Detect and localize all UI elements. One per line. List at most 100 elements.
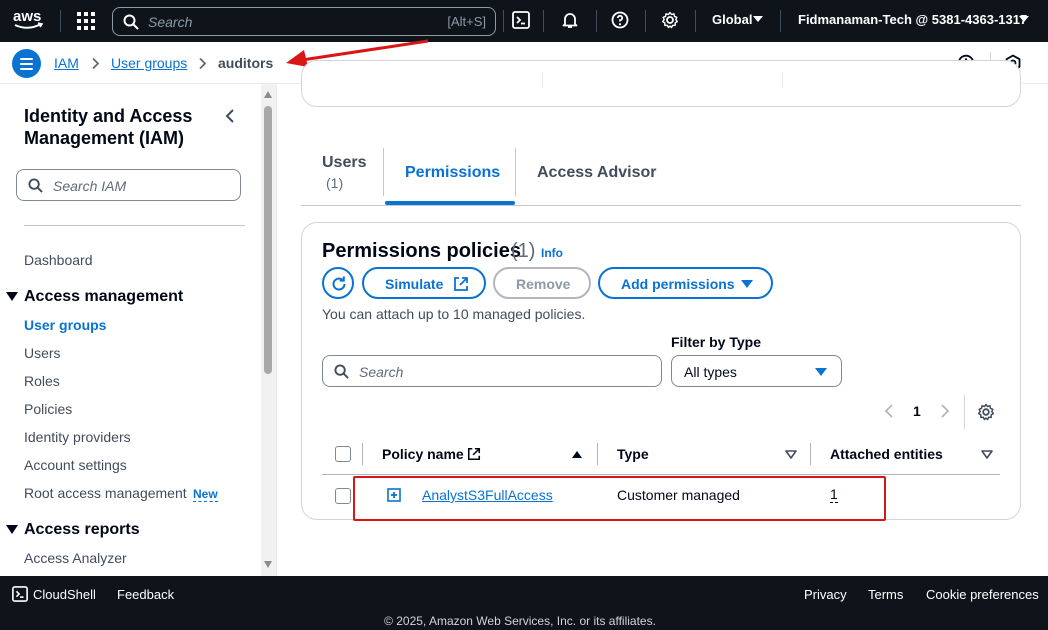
footer: CloudShell Feedback Privacy Terms Cookie… xyxy=(0,576,1048,630)
next-page-icon[interactable] xyxy=(940,403,950,419)
nav-divider xyxy=(645,10,646,32)
search-icon xyxy=(123,14,139,30)
caret-down-icon xyxy=(741,280,753,288)
refresh-button[interactable] xyxy=(322,267,354,299)
nav-divider xyxy=(596,10,597,32)
sidebar-item-policies[interactable]: Policies xyxy=(24,401,72,417)
policy-search-input[interactable]: Search xyxy=(322,355,662,387)
scrollbar-thumb[interactable] xyxy=(264,106,272,374)
sort-ascending-icon[interactable] xyxy=(571,450,583,459)
scroll-up-arrow-icon[interactable] xyxy=(264,91,272,98)
column-divider xyxy=(362,443,363,465)
scroll-down-arrow-icon[interactable] xyxy=(264,561,272,568)
sidebar-search-placeholder: Search IAM xyxy=(53,178,127,194)
sidebar-item-dashboard[interactable]: Dashboard xyxy=(24,252,93,268)
tab-list: Users (1) Permissions Access Advisor xyxy=(301,138,1021,206)
aws-logo[interactable]: aws xyxy=(12,8,46,32)
sidebar-item-root-access-management[interactable]: Root access management xyxy=(24,485,187,501)
side-menu-toggle-button[interactable] xyxy=(12,49,41,78)
caret-down-icon[interactable] xyxy=(6,292,18,301)
sort-icon[interactable] xyxy=(785,450,797,459)
filter-type-value: All types xyxy=(684,364,737,380)
tab-access-advisor[interactable]: Access Advisor xyxy=(537,164,656,182)
services-grid-icon[interactable] xyxy=(77,12,95,30)
sidebar-section-access-reports[interactable]: Access reports xyxy=(24,521,140,539)
footer-terms-link[interactable]: Terms xyxy=(868,587,903,602)
sidebar-item-access-analyzer[interactable]: Access Analyzer xyxy=(24,550,127,566)
copyright-text: © 2025, Amazon Web Services, Inc. or its… xyxy=(384,614,656,628)
sidebar-scrollbar[interactable] xyxy=(261,84,276,576)
nav-divider xyxy=(503,10,504,32)
sidebar-item-user-groups[interactable]: User groups xyxy=(24,317,106,333)
simulate-button[interactable]: Simulate xyxy=(362,267,486,299)
policy-count: (1) xyxy=(511,240,536,262)
footer-cookie-preferences-link[interactable]: Cookie preferences xyxy=(926,587,1039,602)
collapse-sidebar-icon[interactable] xyxy=(224,108,236,124)
section-title: Permissions policies xyxy=(322,240,521,262)
search-placeholder: Search xyxy=(148,14,193,30)
column-header-policy-name[interactable]: Policy name xyxy=(382,446,464,462)
global-search-input[interactable]: Search [Alt+S] xyxy=(112,7,496,36)
breadcrumb-user-groups-link[interactable]: User groups xyxy=(111,55,187,71)
refresh-icon xyxy=(330,275,348,293)
top-navigation: aws Search [Alt+S] Global Fidmanaman-Tec… xyxy=(0,0,1048,42)
chevron-right-icon xyxy=(198,57,207,70)
row-checkbox[interactable] xyxy=(335,488,351,504)
nav-divider xyxy=(780,10,781,32)
nav-divider xyxy=(543,10,544,32)
chevron-down-icon xyxy=(1019,16,1029,22)
current-page-number[interactable]: 1 xyxy=(913,403,921,419)
settings-gear-icon[interactable] xyxy=(661,11,679,29)
help-icon[interactable] xyxy=(611,11,629,29)
caret-down-icon[interactable] xyxy=(6,525,18,534)
breadcrumb-current: auditors xyxy=(218,55,274,71)
annotation-highlight-box xyxy=(353,476,886,521)
breadcrumb-iam-link[interactable]: IAM xyxy=(54,55,79,71)
sidebar-item-users[interactable]: Users xyxy=(24,345,61,361)
tab-baseline xyxy=(301,205,1021,206)
sidebar-item-roles[interactable]: Roles xyxy=(24,373,60,389)
filter-type-select[interactable]: All types xyxy=(671,355,842,387)
remove-button[interactable]: Remove xyxy=(493,267,591,299)
chevron-down-icon xyxy=(753,16,763,22)
policy-search-placeholder: Search xyxy=(359,364,404,380)
search-icon xyxy=(334,364,349,379)
cloudshell-icon[interactable] xyxy=(12,586,28,602)
new-badge: New xyxy=(193,487,218,502)
sidebar-item-account-settings[interactable]: Account settings xyxy=(24,457,127,473)
cloudshell-icon[interactable] xyxy=(512,11,530,29)
footer-privacy-link[interactable]: Privacy xyxy=(804,587,847,602)
tab-divider xyxy=(383,148,384,196)
column-header-type[interactable]: Type xyxy=(617,446,649,462)
select-all-checkbox[interactable] xyxy=(335,446,351,462)
column-header-attached-entities[interactable]: Attached entities xyxy=(830,446,943,462)
column-divider xyxy=(810,443,811,465)
tab-divider xyxy=(515,148,516,196)
footer-cloudshell-link[interactable]: CloudShell xyxy=(33,587,96,602)
column-divider xyxy=(597,443,598,465)
search-shortcut: [Alt+S] xyxy=(447,14,486,29)
sidebar-item-identity-providers[interactable]: Identity providers xyxy=(24,429,131,445)
account-menu[interactable]: Fidmanaman-Tech @ 5381-4363-1317 xyxy=(798,12,1027,27)
tab-users[interactable]: Users xyxy=(322,154,366,172)
table-preferences-gear-icon[interactable] xyxy=(977,403,995,421)
info-link[interactable]: Info xyxy=(541,246,563,260)
table-header: Policy name Type Attached entities xyxy=(322,437,1000,475)
sort-icon[interactable] xyxy=(981,450,993,459)
sidebar-title[interactable]: Identity and Access Management (IAM) xyxy=(24,105,224,149)
caret-down-icon xyxy=(815,368,827,376)
previous-page-icon[interactable] xyxy=(884,403,894,419)
divider xyxy=(964,395,965,429)
footer-feedback-link[interactable]: Feedback xyxy=(117,587,174,602)
add-permissions-button[interactable]: Add permissions xyxy=(598,267,773,299)
sidebar-search-input[interactable]: Search IAM xyxy=(16,169,241,201)
chevron-right-icon xyxy=(91,57,100,70)
tab-permissions[interactable]: Permissions xyxy=(405,164,500,182)
region-selector[interactable]: Global xyxy=(712,12,752,27)
filter-by-type-label: Filter by Type xyxy=(671,334,761,350)
simulate-label: Simulate xyxy=(385,276,444,292)
sidebar-section-access-management[interactable]: Access management xyxy=(24,288,183,306)
divider xyxy=(782,73,783,87)
side-navigation: Identity and Access Management (IAM) Sea… xyxy=(0,84,277,576)
notifications-bell-icon[interactable] xyxy=(561,11,579,29)
